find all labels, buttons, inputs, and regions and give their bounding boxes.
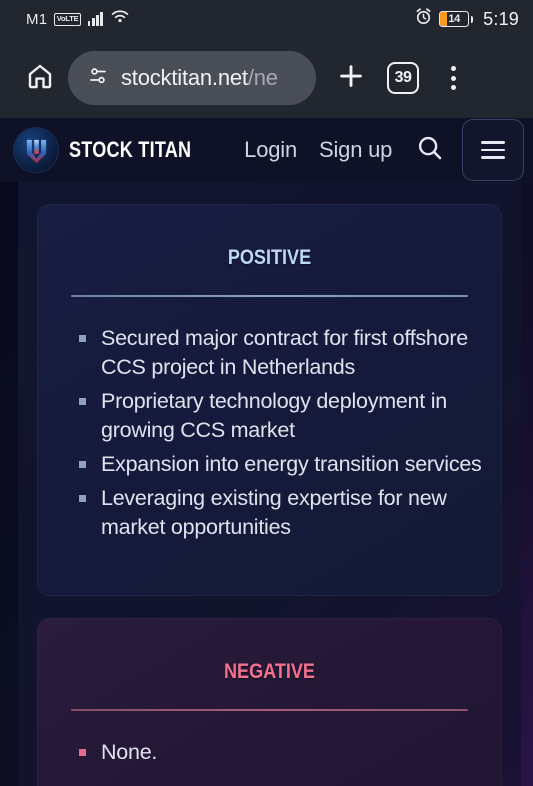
login-link[interactable]: Login [244, 137, 297, 163]
url-host: stocktitan.net [121, 65, 248, 90]
brand-link[interactable]: STOCK TITAN [14, 128, 218, 172]
android-status-bar: M1 VoLTE 14 5:19 [0, 0, 533, 38]
tab-count-label: 39 [394, 69, 412, 86]
negative-bullet-list: None. [79, 738, 482, 767]
battery-icon: 14 [439, 11, 474, 27]
carrier-label: M1 [26, 10, 48, 28]
hamburger-menu-icon [481, 141, 506, 159]
list-item: Secured major contract for first offshor… [79, 324, 482, 382]
volte-badge: VoLTE [54, 12, 81, 26]
hamburger-menu-button[interactable] [462, 119, 525, 181]
home-icon [25, 61, 55, 96]
clock-label: 5:19 [483, 8, 519, 29]
signup-link[interactable]: Sign up [319, 137, 392, 163]
browser-toolbar: stocktitan.net/ne 39 [0, 38, 533, 118]
page-body: Positive Secured major contract for firs… [0, 182, 533, 786]
search-button[interactable] [412, 132, 448, 168]
alarm-clock-icon [415, 8, 432, 30]
search-icon [415, 133, 445, 168]
positive-card-divider [71, 295, 468, 297]
list-item: Proprietary technology deployment in gro… [79, 387, 482, 445]
negative-card-title: Negative [224, 652, 315, 685]
plus-icon [336, 61, 366, 96]
tabs-icon: 39 [387, 62, 419, 94]
list-item: None. [79, 738, 482, 767]
list-item: Leveraging existing expertise for new ma… [79, 484, 482, 542]
home-button[interactable] [18, 56, 62, 100]
content-container: Positive Secured major contract for firs… [18, 182, 521, 786]
positive-bullet-list: Secured major contract for first offshor… [79, 324, 482, 542]
status-bar-right: 14 5:19 [415, 8, 519, 30]
positive-card: Positive Secured major contract for firs… [37, 204, 502, 596]
status-bar-left: M1 VoLTE [26, 9, 130, 29]
url-text: stocktitan.net/ne [121, 65, 278, 91]
url-bar[interactable]: stocktitan.net/ne [68, 51, 316, 105]
positive-card-title: Positive [227, 238, 312, 271]
new-tab-button[interactable] [326, 53, 376, 103]
header-nav: Login Sign up [244, 137, 392, 163]
url-path: /ne [247, 65, 278, 90]
phone-screen: M1 VoLTE 14 5:19 stocktitan.net/ne 39 ST… [0, 0, 533, 786]
list-item: Expansion into energy transition service… [79, 450, 482, 479]
signal-bars-icon [87, 12, 103, 26]
page-info-icon[interactable] [86, 64, 110, 93]
battery-level-label: 14 [448, 12, 460, 25]
site-header: STOCK TITAN Login Sign up [0, 118, 533, 182]
wifi-icon [110, 9, 130, 29]
tab-switcher-button[interactable]: 39 [376, 51, 430, 105]
more-vertical-icon [450, 66, 456, 90]
browser-menu-button[interactable] [430, 53, 476, 103]
negative-card-divider [71, 709, 468, 711]
negative-card: Negative None. [37, 618, 502, 786]
brand-name: STOCK TITAN [69, 137, 192, 162]
stock-titan-logo-icon [14, 128, 58, 172]
